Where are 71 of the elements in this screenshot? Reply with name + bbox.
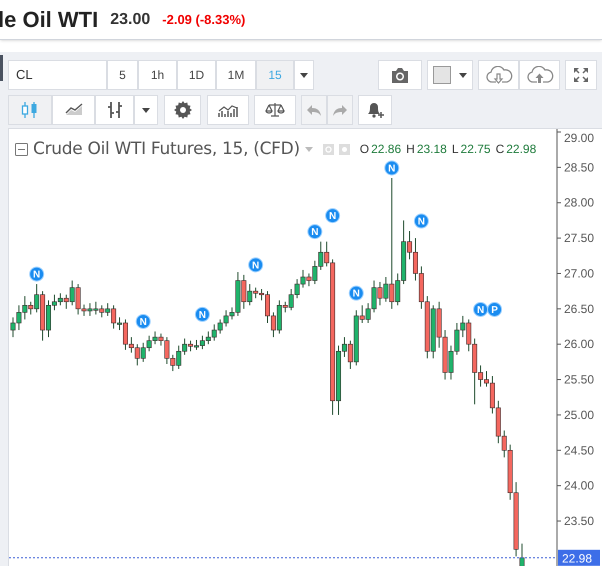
screenshot-button[interactable] <box>378 60 422 90</box>
camera-icon <box>390 67 410 83</box>
ref-line-label: 22.98 <box>562 551 592 566</box>
ohlc-value: 23.18 <box>416 141 447 158</box>
interval-button[interactable]: 5 <box>107 60 138 90</box>
compare-button[interactable] <box>254 95 296 125</box>
news-marker[interactable]: N <box>29 266 44 282</box>
color-picker-button[interactable] <box>427 60 473 90</box>
news-marker[interactable]: N <box>348 286 364 301</box>
caret-icon <box>459 72 467 78</box>
news-marker[interactable]: N <box>384 160 400 176</box>
news-marker[interactable]: N <box>473 302 488 317</box>
add-alert-button[interactable] <box>358 95 392 125</box>
fullscreen-button[interactable] <box>565 60 597 90</box>
candlestick-icon <box>21 101 39 119</box>
news-marker[interactable]: N <box>194 306 210 322</box>
ohlc-value: 22.86 <box>371 141 402 158</box>
ohlc-label: H <box>406 141 415 158</box>
settings-button[interactable] <box>164 95 201 125</box>
chart-type-button[interactable] <box>95 95 134 125</box>
save-chart-button[interactable] <box>519 60 560 90</box>
symbol-field[interactable]: CL <box>8 60 107 90</box>
settings-icon <box>174 101 192 119</box>
news-marker[interactable]: P <box>487 302 502 317</box>
indicator-chart-icon <box>218 103 238 117</box>
ohlc-label: L <box>452 141 459 158</box>
collapse-icon[interactable] <box>15 142 28 156</box>
ohlc-label: C <box>496 141 504 158</box>
interval-dropdown-button[interactable] <box>294 60 314 90</box>
load-chart-button[interactable] <box>478 60 519 90</box>
ohlc-bars-icon <box>106 101 124 119</box>
interval-button[interactable]: 1h <box>138 60 177 90</box>
caret-icon <box>300 72 308 78</box>
series-title: Crude Oil WTI Futures, 15, (CFD) <box>33 139 300 159</box>
ohlc-value: 22.75 <box>460 141 491 158</box>
news-marker[interactable]: N <box>414 214 429 229</box>
ohlc-value: 22.98 <box>506 141 536 158</box>
price-label: 28.00 <box>564 196 594 210</box>
price-label: 24.50 <box>564 443 594 458</box>
price-label: 26.50 <box>564 302 594 316</box>
caret-icon <box>142 108 150 112</box>
news-marker[interactable]: N <box>325 208 340 224</box>
price-label: 27.50 <box>564 231 594 246</box>
fullscreen-icon <box>573 67 589 83</box>
scales-icon <box>265 102 285 118</box>
price-label: 24.00 <box>564 478 594 493</box>
price-change: -2.09 (-8.33%) <box>162 10 246 29</box>
price-value: 23.00 <box>110 10 150 30</box>
last-price-tag: 22.98 <box>558 550 600 566</box>
news-marker[interactable]: N <box>307 224 322 240</box>
undo-arrow-icon <box>307 104 321 116</box>
price-label: 25.00 <box>564 408 594 422</box>
cloud-upload-icon <box>526 66 554 84</box>
price-label: 27.00 <box>564 266 594 280</box>
indicators-button[interactable] <box>207 95 249 125</box>
interval-button[interactable]: 15 <box>256 60 294 90</box>
price-label: 29.00 <box>564 131 594 145</box>
price-label: 25.50 <box>564 372 594 387</box>
cloud-download-icon <box>484 66 512 84</box>
color-swatch-icon <box>433 66 451 84</box>
news-marker[interactable]: N <box>248 257 264 272</box>
ohlc-label: O <box>360 141 370 158</box>
price-label: 23.50 <box>564 514 594 528</box>
bell-plus-icon <box>365 101 385 119</box>
chart-type-dropdown-button[interactable] <box>134 95 158 125</box>
interval-button[interactable]: 1D <box>177 60 216 90</box>
price-label: 26.00 <box>564 337 594 352</box>
price-label: 28.50 <box>564 160 594 174</box>
interval-button[interactable]: 1M <box>216 60 256 90</box>
news-marker[interactable]: N <box>136 314 151 329</box>
redo-arrow-icon <box>333 104 347 116</box>
